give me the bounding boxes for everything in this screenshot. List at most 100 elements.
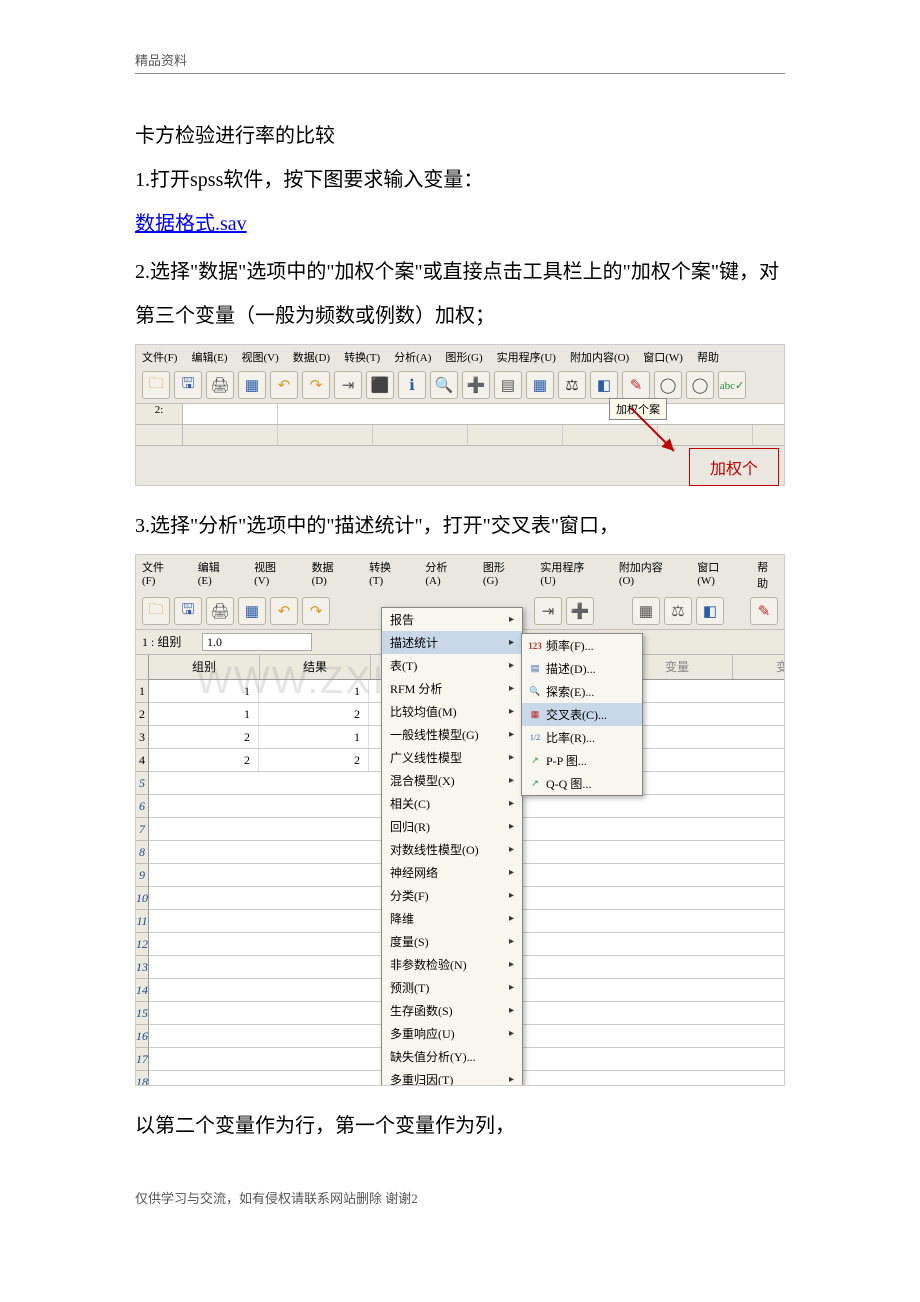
- col-header-group[interactable]: 组别: [149, 655, 260, 679]
- weight-cases-icon[interactable]: ⚖: [558, 371, 586, 399]
- menu-item[interactable]: 广义线性模型: [382, 746, 522, 769]
- col-header-empty[interactable]: 变量: [733, 655, 785, 679]
- menu-edit[interactable]: 编辑(E): [198, 559, 232, 591]
- row-header[interactable]: 17: [136, 1048, 149, 1071]
- submenu-item[interactable]: ▦交叉表(C)...: [522, 703, 642, 726]
- row-header[interactable]: 9: [136, 864, 149, 887]
- menu-utilities[interactable]: 实用程序(U): [540, 559, 596, 591]
- cell[interactable]: 2: [149, 726, 259, 748]
- menu-item[interactable]: 非参数检验(N): [382, 953, 522, 976]
- menu-item[interactable]: 降维: [382, 907, 522, 930]
- redo-icon[interactable]: ↷: [302, 371, 330, 399]
- row-header[interactable]: 15: [136, 1002, 149, 1025]
- menu-view[interactable]: 视图(V): [242, 349, 279, 365]
- find-icon[interactable]: 🔍: [430, 371, 458, 399]
- submenu-item[interactable]: 123频率(F)...: [522, 634, 642, 657]
- menu-item[interactable]: 一般线性模型(G): [382, 723, 522, 746]
- menu-item[interactable]: 多重归因(T): [382, 1068, 522, 1086]
- submenu-item[interactable]: ↗P-P 图...: [522, 749, 642, 772]
- submenu-item[interactable]: 🔍探索(E)...: [522, 680, 642, 703]
- row-header[interactable]: 4: [136, 749, 149, 772]
- descriptives-submenu[interactable]: 123频率(F)...▤描述(D)...🔍探索(E)...▦交叉表(C)...1…: [521, 633, 643, 796]
- menu-window[interactable]: 窗口(W): [697, 559, 735, 591]
- print-icon[interactable]: 🖨: [206, 371, 234, 399]
- insert-var-icon[interactable]: ▤: [494, 371, 522, 399]
- menu-item[interactable]: 对数线性模型(O): [382, 838, 522, 861]
- goto-var-icon[interactable]: ⬛: [366, 371, 394, 399]
- row-header[interactable]: 8: [136, 841, 149, 864]
- menu-item[interactable]: 预测(T): [382, 976, 522, 999]
- menu-graphs[interactable]: 图形(G): [483, 559, 519, 591]
- row-header[interactable]: 3: [136, 726, 149, 749]
- menu-data[interactable]: 数据(D): [312, 559, 348, 591]
- print-icon[interactable]: 🖨: [206, 597, 234, 625]
- weight-cases-icon[interactable]: ⚖: [664, 597, 692, 625]
- col-header-result[interactable]: 结果: [260, 655, 371, 679]
- menu-file[interactable]: 文件(F): [142, 349, 177, 365]
- menu-data[interactable]: 数据(D): [293, 349, 330, 365]
- menu-addons[interactable]: 附加内容(O): [570, 349, 629, 365]
- row-header[interactable]: 6: [136, 795, 149, 818]
- menu-view[interactable]: 视图(V): [254, 559, 290, 591]
- menu-item[interactable]: 度量(S): [382, 930, 522, 953]
- open-icon[interactable]: 🗀: [142, 597, 170, 625]
- menu-item[interactable]: 描述统计: [382, 631, 522, 654]
- row-header[interactable]: 16: [136, 1025, 149, 1048]
- value-labels-icon[interactable]: ✎: [750, 597, 778, 625]
- submenu-item[interactable]: 1/2比率(R)...: [522, 726, 642, 749]
- undo-icon[interactable]: ↶: [270, 371, 298, 399]
- row-header[interactable]: 7: [136, 818, 149, 841]
- cell[interactable]: 1: [149, 703, 259, 725]
- cell[interactable]: 2: [149, 749, 259, 771]
- row-header[interactable]: 1: [136, 680, 149, 703]
- select-cases-icon[interactable]: ◧: [696, 597, 724, 625]
- select-cases-icon[interactable]: ◧: [590, 371, 618, 399]
- row-header[interactable]: 10: [136, 887, 149, 910]
- row-header[interactable]: 13: [136, 956, 149, 979]
- menu-item[interactable]: 分类(F): [382, 884, 522, 907]
- dialog-recall-icon[interactable]: ▦: [238, 597, 266, 625]
- menu-help[interactable]: 帮助: [697, 349, 719, 365]
- redo-icon[interactable]: ↷: [302, 597, 330, 625]
- menu-item[interactable]: 缺失值分析(Y)...: [382, 1045, 522, 1068]
- analyze-menu[interactable]: 报告描述统计表(T)RFM 分析比较均值(M)一般线性模型(G)广义线性模型混合…: [381, 607, 523, 1086]
- goto-case-icon[interactable]: ⇥: [334, 371, 362, 399]
- row-header[interactable]: 5: [136, 772, 149, 795]
- menu-item[interactable]: 多重响应(U): [382, 1022, 522, 1045]
- menu-window[interactable]: 窗口(W): [643, 349, 683, 365]
- use-sets-icon[interactable]: ◯: [654, 371, 682, 399]
- insert-case-icon[interactable]: ➕: [566, 597, 594, 625]
- row-header[interactable]: 12: [136, 933, 149, 956]
- menu-item[interactable]: 神经网络: [382, 861, 522, 884]
- menu-analyze[interactable]: 分析(A): [394, 349, 431, 365]
- insert-case-icon[interactable]: ➕: [462, 371, 490, 399]
- save-icon[interactable]: 🖫: [174, 371, 202, 399]
- row-header[interactable]: 14: [136, 979, 149, 1002]
- submenu-item[interactable]: ▤描述(D)...: [522, 657, 642, 680]
- goto-case-icon[interactable]: ⇥: [534, 597, 562, 625]
- cell[interactable]: 1: [149, 680, 259, 702]
- value-labels-icon[interactable]: ✎: [622, 371, 650, 399]
- row-header[interactable]: 18: [136, 1071, 149, 1086]
- submenu-item[interactable]: ↗Q-Q 图...: [522, 772, 642, 795]
- customize-icon[interactable]: ◯: [686, 371, 714, 399]
- menu-item[interactable]: 比较均值(M): [382, 700, 522, 723]
- row-header[interactable]: 11: [136, 910, 149, 933]
- menu-transform[interactable]: 转换(T): [369, 559, 403, 591]
- menu-utilities[interactable]: 实用程序(U): [497, 349, 556, 365]
- variables-icon[interactable]: ℹ: [398, 371, 426, 399]
- spellcheck-icon[interactable]: abc✓: [718, 371, 746, 399]
- menu-graphs[interactable]: 图形(G): [445, 349, 482, 365]
- menu-item[interactable]: 生存函数(S): [382, 999, 522, 1022]
- cell[interactable]: 2: [259, 703, 369, 725]
- row-header[interactable]: 2: [136, 703, 149, 726]
- menu-analyze[interactable]: 分析(A): [425, 559, 461, 591]
- menu-item[interactable]: 表(T): [382, 654, 522, 677]
- data-file-link[interactable]: 数据格式.sav: [135, 202, 247, 246]
- undo-icon[interactable]: ↶: [270, 597, 298, 625]
- menu-item[interactable]: 报告: [382, 608, 522, 631]
- menu-file[interactable]: 文件(F): [142, 559, 176, 591]
- menu-item[interactable]: RFM 分析: [382, 677, 522, 700]
- menu-item[interactable]: 混合模型(X): [382, 769, 522, 792]
- menu-item[interactable]: 回归(R): [382, 815, 522, 838]
